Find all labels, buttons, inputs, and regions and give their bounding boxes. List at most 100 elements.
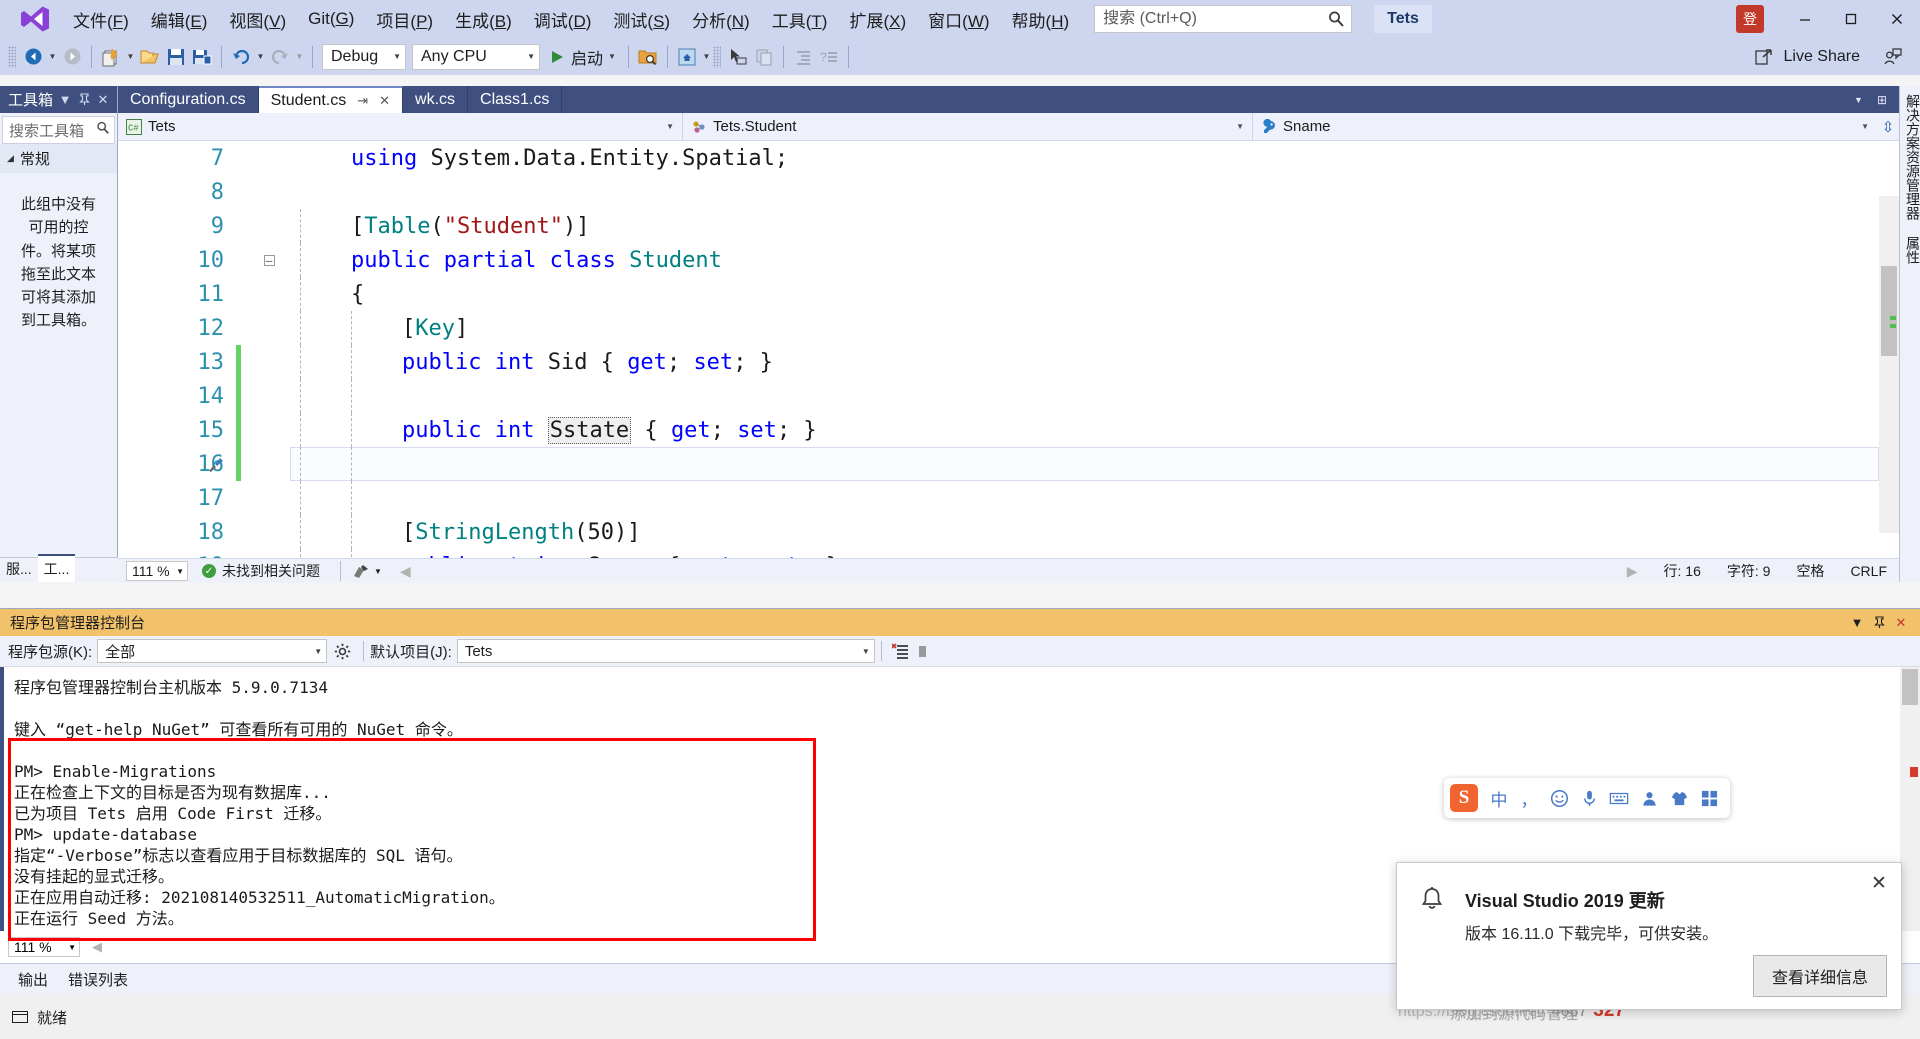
close-icon[interactable]: ✕ <box>1890 615 1912 631</box>
menu-item-n[interactable]: 分析(N) <box>681 3 761 36</box>
editor-paintbrush-icon[interactable]: ▼ <box>353 564 382 579</box>
code-line[interactable]: 7 using System.Data.Entity.Spatial; <box>118 141 1899 175</box>
nav-type-combo[interactable]: Tets.Student ▼ <box>683 112 1253 141</box>
editor-scroll-thumb[interactable] <box>1881 266 1897 356</box>
toolbox-group-general[interactable]: ◢ 常规 <box>0 144 117 173</box>
dock-item-properties[interactable]: 属性 <box>1900 228 1920 272</box>
find-in-files-icon[interactable] <box>635 44 661 70</box>
code-line[interactable]: 16 <box>118 447 1899 481</box>
close-icon[interactable]: ✕ <box>379 93 390 109</box>
code-line[interactable]: 14 <box>118 379 1899 413</box>
undo-dropdown-icon[interactable]: ▼ <box>254 44 267 70</box>
editor-zoom-combo[interactable]: 111 % ▼ <box>126 561 188 581</box>
save-icon[interactable] <box>163 44 189 70</box>
bottom-tab-error-list[interactable]: 错误列表 <box>58 964 138 995</box>
toolbar-grip-2[interactable] <box>712 45 721 68</box>
solution-platform-combo[interactable]: Any CPU ▼ <box>412 43 540 70</box>
save-all-icon[interactable] <box>189 44 215 70</box>
live-preview-dropdown-icon[interactable]: ▼ <box>700 44 713 70</box>
chevron-down-icon[interactable]: ▼ <box>1846 95 1871 105</box>
mic-icon[interactable] <box>1574 783 1604 813</box>
code-line[interactable]: 8 <box>118 175 1899 209</box>
toast-details-button[interactable]: 查看详细信息 <box>1752 955 1887 997</box>
code-editor-surface[interactable]: 7 using System.Data.Entity.Spatial; 8 9 [Tab… <box>118 141 1899 558</box>
menu-item-d[interactable]: 调试(D) <box>523 3 603 36</box>
code-line[interactable]: 17 <box>118 481 1899 515</box>
open-file-icon[interactable] <box>137 44 163 70</box>
pmc-vertical-scrollbar[interactable] <box>1900 667 1920 931</box>
dock-item-solution-explorer[interactable]: 解决方案资源管理器 <box>1900 86 1920 228</box>
pin-icon[interactable] <box>1868 616 1890 629</box>
comma-icon[interactable]: ， <box>1514 783 1544 813</box>
pmc-scroll-thumb[interactable] <box>1902 669 1918 705</box>
code-line[interactable]: 15 public int Sstate { get; set; } <box>118 413 1899 447</box>
nav-member-combo[interactable]: Sname ▼ <box>1253 113 1877 141</box>
code-line[interactable]: 9 [Table("Student")] <box>118 209 1899 243</box>
solution-configuration-combo[interactable]: Debug ▼ <box>322 43 406 70</box>
start-debug-button[interactable]: 启动 ▼ <box>543 43 622 71</box>
bottom-tab-output[interactable]: 输出 <box>8 964 58 995</box>
pmc-project-combo[interactable]: Tets ▼ <box>456 639 875 663</box>
editor-tab-configuration-cs[interactable]: Configuration.cs <box>118 86 259 113</box>
editor-prev-icon[interactable]: ◀ <box>400 563 411 580</box>
shirt-icon[interactable] <box>1664 783 1694 813</box>
pmc-settings-icon[interactable] <box>327 643 357 660</box>
pmc-zoom-combo[interactable]: 111 % ▼ <box>8 937 80 957</box>
menu-item-e[interactable]: 编辑(E) <box>140 3 219 36</box>
menu-item-w[interactable]: 窗口(W) <box>917 3 1000 36</box>
navigate-backward-dropdown-icon[interactable]: ▼ <box>46 44 59 70</box>
pmc-source-combo[interactable]: 全部 ▼ <box>97 639 328 663</box>
indent-icon[interactable] <box>790 44 816 70</box>
live-preview-icon[interactable] <box>674 44 700 70</box>
editor-tab-student-cs[interactable]: Student.cs ⇥ ✕ <box>258 86 404 113</box>
feedback-icon[interactable] <box>1880 44 1906 70</box>
redo-icon[interactable] <box>267 44 293 70</box>
minimize-button[interactable] <box>1782 0 1828 38</box>
toolbox-search-input[interactable]: 搜索工具箱 <box>2 116 115 144</box>
new-project-icon[interactable] <box>98 44 124 70</box>
pin-icon[interactable] <box>76 91 92 109</box>
editor-next-icon[interactable]: ▶ <box>1627 563 1638 580</box>
toolbox-tab-toolbox[interactable]: 工... <box>37 554 76 582</box>
editor-vertical-scrollbar[interactable] <box>1879 196 1899 533</box>
toolbox-tab-server[interactable]: 服... <box>0 556 38 582</box>
code-line[interactable]: 12 [Key] <box>118 311 1899 345</box>
close-icon[interactable]: ✕ <box>1865 869 1893 897</box>
close-icon[interactable]: ✕ <box>95 91 111 109</box>
menu-item-t[interactable]: 工具(T) <box>761 3 839 36</box>
tab-strip-overflow[interactable]: ▼ ⊞ <box>1840 86 1899 113</box>
editor-issues-status[interactable]: ✓ 未找到相关问题 <box>202 561 320 581</box>
quick-actions-icon[interactable] <box>208 455 226 473</box>
pin-icon[interactable]: ⇥ <box>357 93 368 109</box>
user-icon[interactable] <box>1634 783 1664 813</box>
fold-region-control[interactable]: – <box>258 254 280 266</box>
maximize-button[interactable] <box>1828 0 1874 38</box>
sogou-logo-icon[interactable]: S <box>1450 784 1478 812</box>
code-line[interactable]: 19 public string Sname { get; set; } <box>118 549 1899 558</box>
editor-eol-indicator[interactable]: CRLF <box>1850 563 1887 579</box>
code-line[interactable]: 18 [StringLength(50)] <box>118 515 1899 549</box>
menu-item-h[interactable]: 帮助(H) <box>1001 3 1081 36</box>
editor-spaces-indicator[interactable]: 空格 <box>1796 561 1824 581</box>
redo-dropdown-icon[interactable]: ▼ <box>293 44 306 70</box>
menu-item-b[interactable]: 生成(B) <box>444 3 523 36</box>
menu-item-x[interactable]: 扩展(X) <box>838 3 917 36</box>
toolbar-grip[interactable] <box>8 45 16 68</box>
nav-project-combo[interactable]: C# Tets ▼ <box>118 112 683 141</box>
close-button[interactable] <box>1874 0 1920 38</box>
keyboard-icon[interactable] <box>1604 783 1634 813</box>
account-avatar[interactable]: 登 <box>1736 5 1764 33</box>
comment-icon[interactable]: ? <box>816 44 842 70</box>
code-line[interactable]: 11 { <box>118 277 1899 311</box>
collapse-icon[interactable]: – <box>263 254 275 266</box>
navigate-forward-icon[interactable] <box>59 44 85 70</box>
chevron-down-icon[interactable]: ▼ <box>57 91 73 109</box>
new-project-dropdown-icon[interactable]: ▼ <box>124 44 137 70</box>
menu-item-g[interactable]: Git(G) <box>297 5 365 33</box>
live-share-icon[interactable] <box>1751 44 1777 70</box>
menu-item-f[interactable]: 文件(F) <box>62 3 140 36</box>
editor-tab-wk-cs[interactable]: wk.cs <box>403 86 469 113</box>
pmc-prev-icon[interactable]: ◀ <box>92 939 102 955</box>
navigate-backward-icon[interactable] <box>20 44 46 70</box>
smiley-icon[interactable] <box>1544 783 1574 813</box>
